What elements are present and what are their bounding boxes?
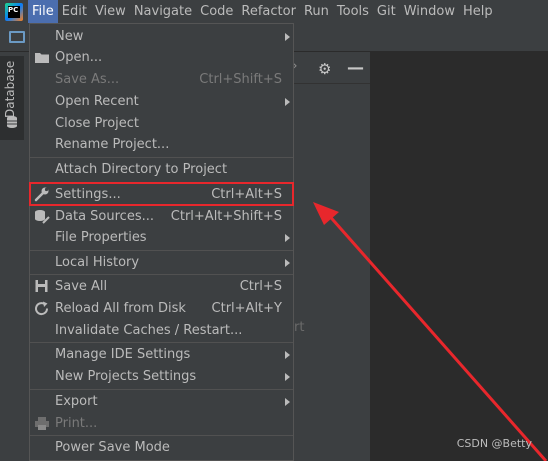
- annotation-arrow: [313, 202, 548, 461]
- watermark-text: CSDN @Betty: [456, 437, 532, 450]
